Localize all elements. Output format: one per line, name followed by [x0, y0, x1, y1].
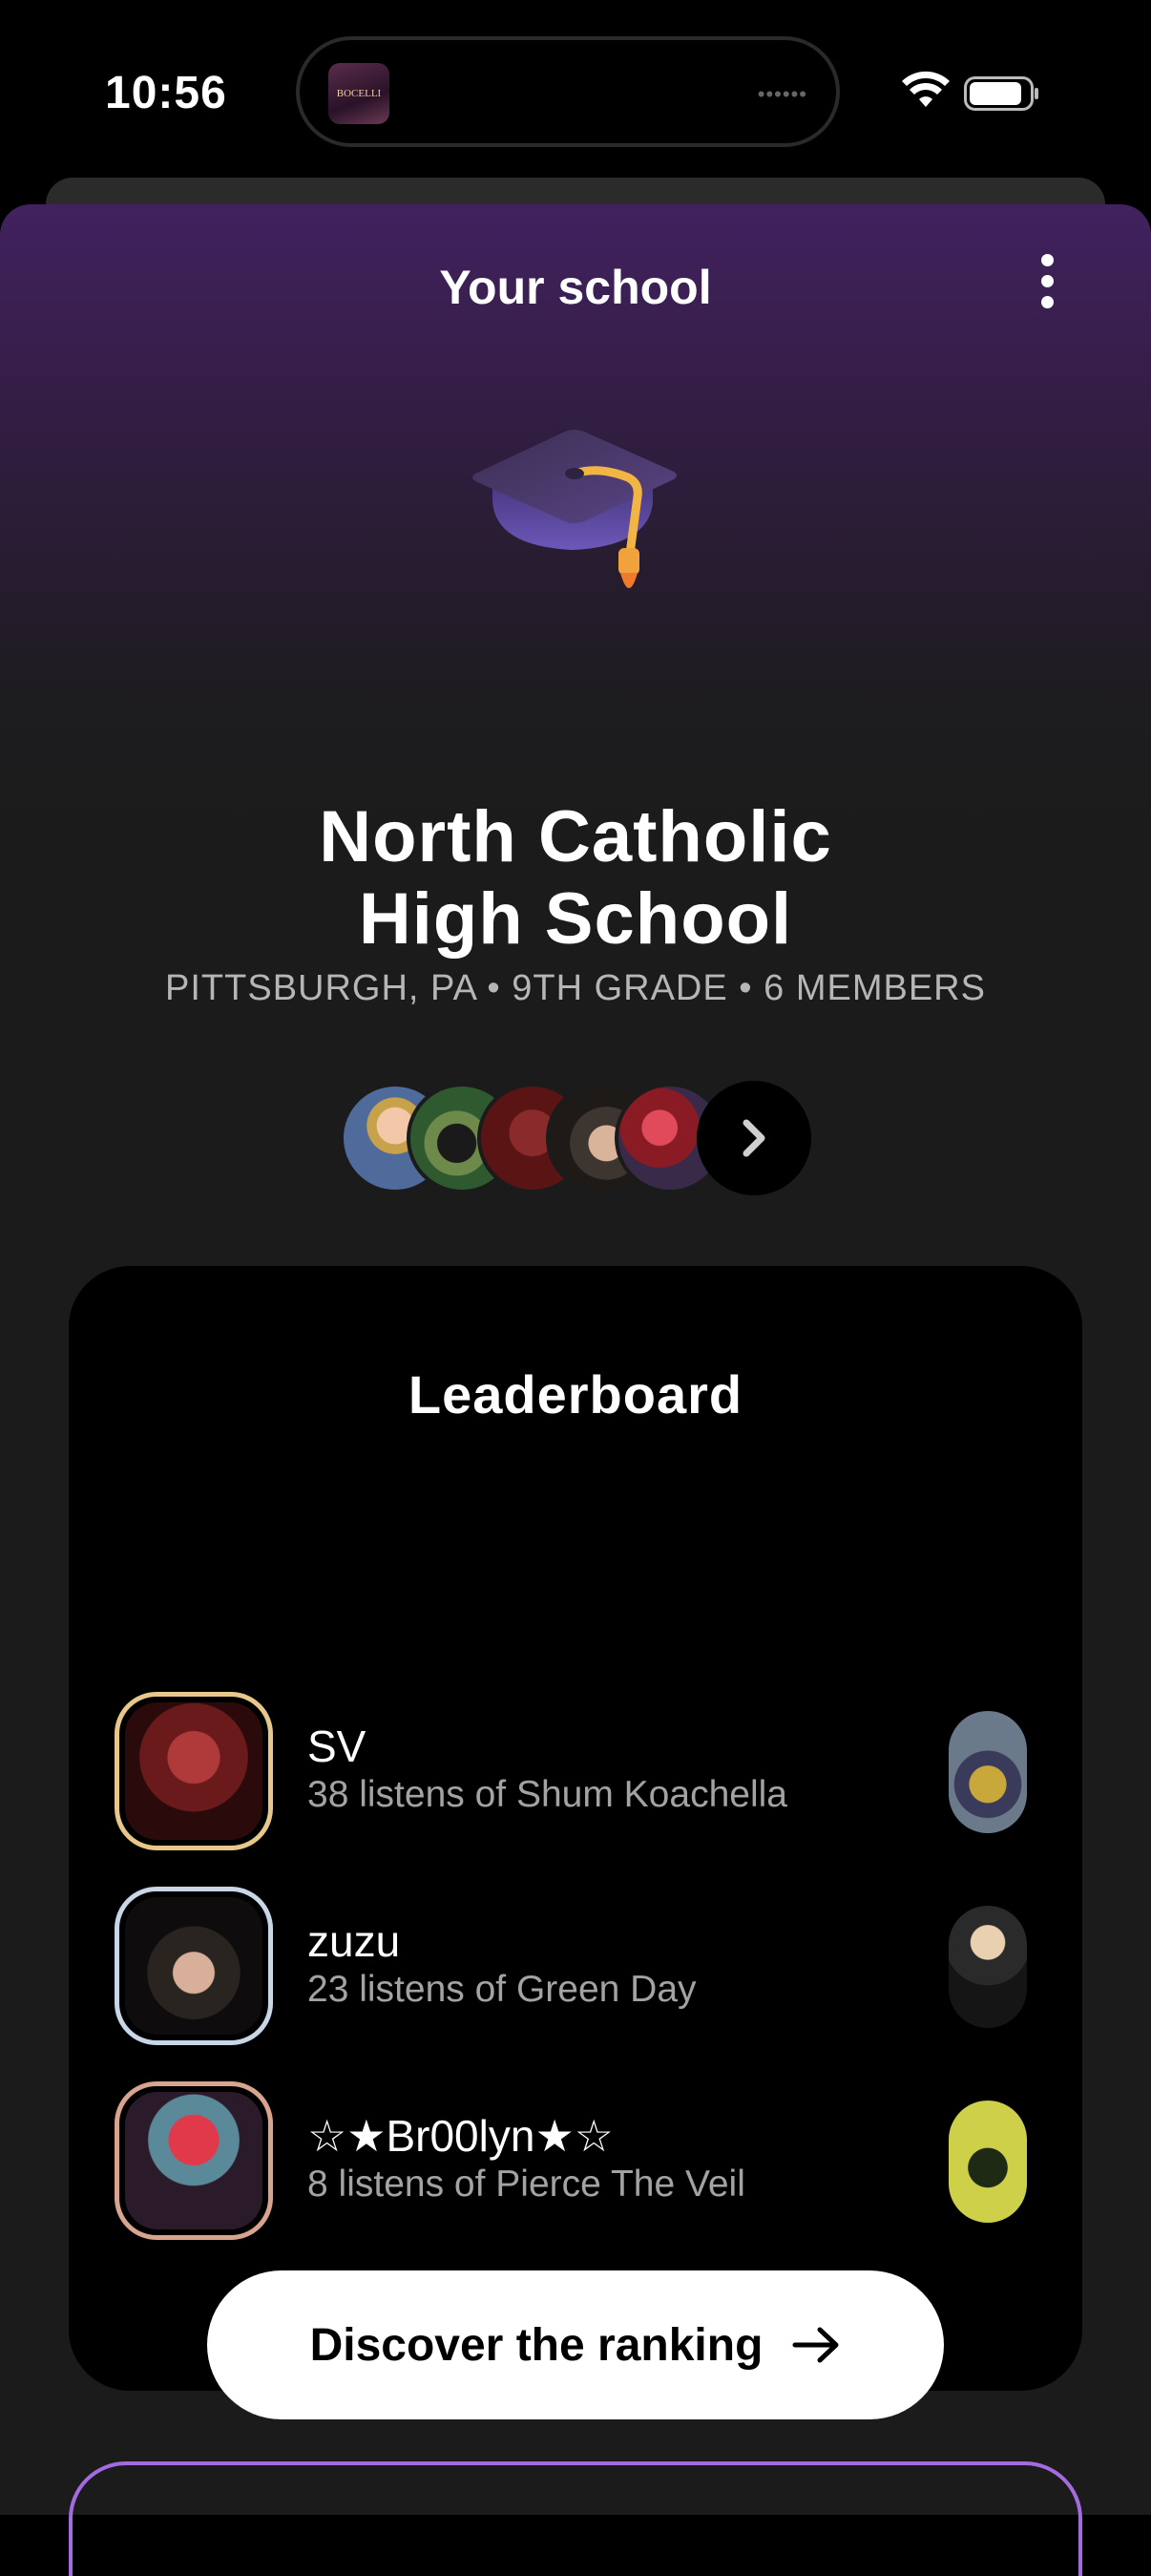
- school-meta: PITTSBURGH, PA • 9TH GRADE • 6 MEMBERS: [165, 968, 986, 1008]
- leaderboard-card: Leaderboard SV 38 listens of Shum Koache…: [69, 1266, 1082, 2419]
- members-next-button[interactable]: [697, 1081, 811, 1195]
- leaderboard-title: Leaderboard: [408, 1364, 743, 1425]
- audio-waveform-icon: ••••••: [757, 82, 807, 106]
- artist-thumbnail: [949, 2101, 1027, 2223]
- school-sheet: Your school North Catholic High School P…: [0, 204, 1151, 2576]
- wifi-icon: [902, 71, 950, 107]
- leaderboard-listens: 23 listens of Green Day: [307, 1969, 697, 2010]
- battery-icon: [964, 76, 1038, 111]
- leaderboard-username: ☆★Br00lyn★☆: [307, 2111, 614, 2161]
- dynamic-island[interactable]: BOCELLI ••••••: [296, 36, 840, 147]
- leaderboard-listens: 38 listens of Shum Koachella: [307, 1774, 787, 1815]
- school-name: North Catholic High School: [319, 796, 832, 960]
- avatar: [115, 1887, 273, 2045]
- leaderboard-row[interactable]: SV 38 listens of Shum Koachella: [115, 1692, 1050, 1854]
- now-playing-artwork: BOCELLI: [328, 63, 389, 124]
- leaderboard-listens: 8 listens of Pierce The Veil: [307, 2164, 745, 2205]
- members-avatars[interactable]: [340, 1081, 817, 1195]
- status-bar: 10:56 BOCELLI ••••••: [0, 0, 1151, 181]
- discover-ranking-label: Discover the ranking: [309, 2319, 764, 2371]
- artist-thumbnail: [949, 1711, 1027, 1833]
- avatar: [115, 1692, 273, 1850]
- leaderboard-username: SV: [307, 1721, 366, 1771]
- leaderboard-row[interactable]: zuzu 23 listens of Green Day: [115, 1887, 1050, 2049]
- leaderboard-row[interactable]: ☆★Br00lyn★☆ 8 listens of Pierce The Veil: [115, 2081, 1050, 2244]
- status-time: 10:56: [105, 68, 227, 118]
- next-section-card[interactable]: [69, 2461, 1082, 2576]
- more-vertical-icon[interactable]: [1033, 254, 1061, 321]
- graduation-cap-icon: [472, 430, 677, 588]
- avatar: [115, 2081, 273, 2240]
- page-title: Your school: [439, 261, 712, 314]
- leaderboard-username: zuzu: [307, 1916, 401, 1966]
- artist-thumbnail: [949, 1906, 1027, 2028]
- discover-ranking-button[interactable]: Discover the ranking: [207, 2270, 944, 2419]
- chevron-right-icon: [743, 1119, 765, 1157]
- arrow-right-icon: [792, 2327, 839, 2363]
